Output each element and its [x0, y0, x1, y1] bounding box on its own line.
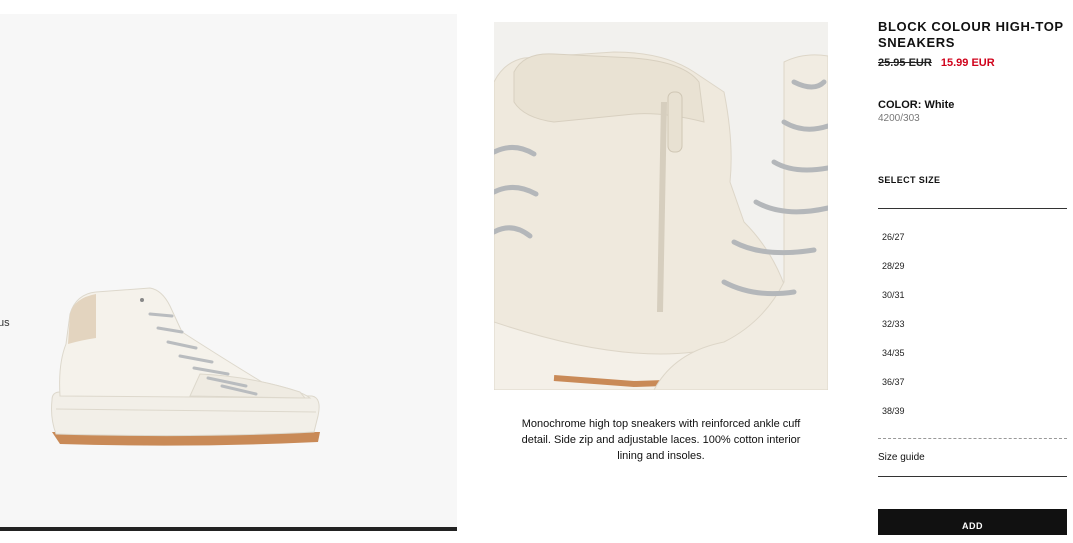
price-row: 25.95 EUR 15.99 EUR	[878, 57, 995, 69]
divider	[878, 208, 1067, 209]
size-option[interactable]: 30/31	[882, 288, 905, 317]
size-option[interactable]: 32/33	[882, 317, 905, 346]
divider	[878, 438, 1067, 439]
sneaker-side-image	[51, 287, 320, 446]
sneaker-closeup-image	[494, 22, 828, 390]
product-title: BLOCK COLOUR HIGH-TOP SNEAKERS	[878, 19, 1064, 50]
size-option[interactable]: 34/35	[882, 346, 905, 375]
product-image-main[interactable]: us	[0, 14, 457, 531]
color-label: COLOR:	[878, 99, 922, 111]
product-image-closeup[interactable]	[494, 22, 828, 390]
description-text: Monochrome high top sneakers with reinfo…	[521, 418, 801, 462]
size-option[interactable]: 36/37	[882, 375, 905, 404]
color-value: White	[924, 99, 955, 111]
product-description: Monochrome high top sneakers with reinfo…	[508, 416, 814, 464]
product-reference: 4200/303	[878, 113, 920, 124]
select-size-label: SELECT SIZE	[878, 175, 941, 185]
cropped-label: us	[0, 317, 10, 329]
size-guide-link[interactable]: Size guide	[878, 452, 925, 463]
size-option[interactable]: 38/39	[882, 404, 905, 433]
scroll-indicator	[0, 527, 457, 531]
add-to-cart-button[interactable]: ADD	[878, 509, 1067, 535]
color-row: COLOR: White	[878, 99, 954, 111]
divider	[878, 476, 1067, 477]
size-option[interactable]: 28/29	[882, 259, 905, 288]
size-option[interactable]: 26/27	[882, 230, 905, 259]
sale-price: 15.99 EUR	[940, 57, 995, 69]
old-price: 25.95 EUR	[878, 57, 932, 69]
size-list: 26/27 28/29 30/31 32/33 34/35 36/37 38/3…	[882, 230, 905, 433]
